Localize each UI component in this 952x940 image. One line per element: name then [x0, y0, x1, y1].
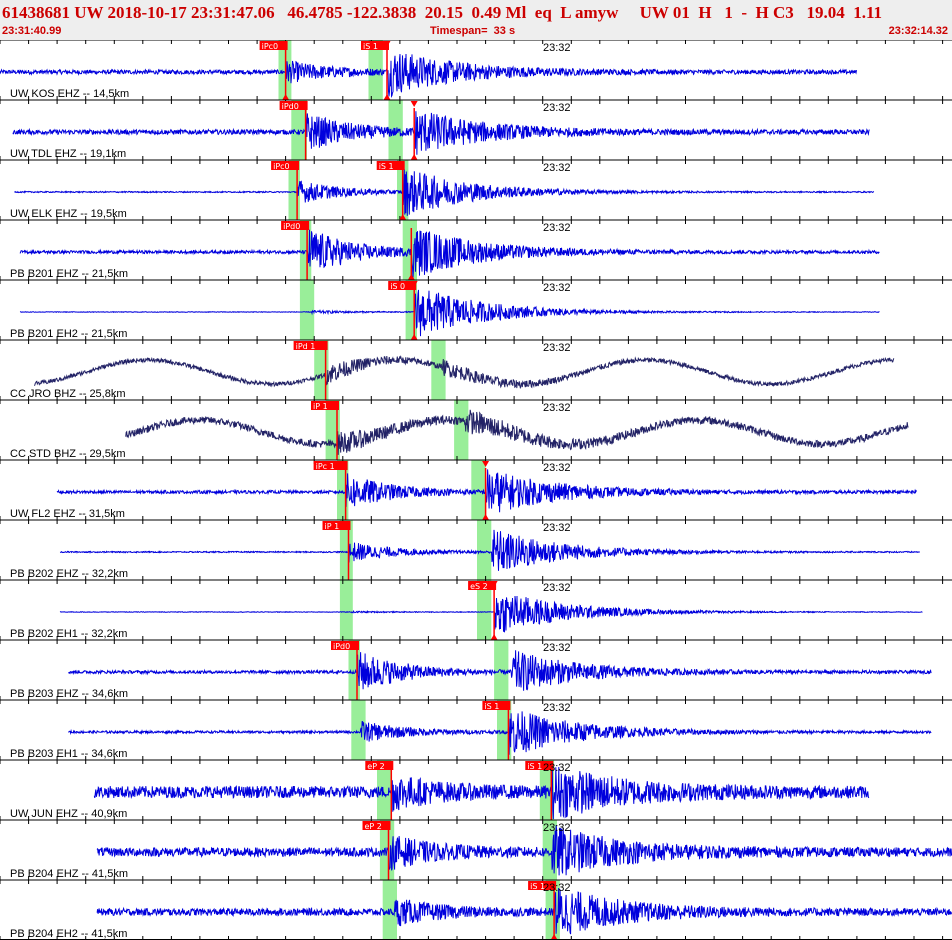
station-label: UW KOS EHZ -- 14,5km: [10, 88, 129, 100]
pick-label: iP 1: [325, 522, 340, 531]
waveform-trace: [19, 289, 880, 337]
waveform-trace: [125, 409, 909, 455]
waveform-trace: [96, 825, 952, 876]
time-label: 23:32: [543, 642, 571, 654]
time-label: 23:32: [543, 882, 571, 894]
pick-label: eP 2: [367, 762, 384, 771]
phase-window: [339, 580, 353, 640]
pick-label: iS 0: [390, 282, 405, 291]
station-label: UW TDL EHZ -- 19,1km: [10, 148, 126, 160]
pick-label: iPd 1: [296, 342, 316, 351]
pick-label: iPc 1: [316, 462, 335, 471]
time-label: 23:32: [543, 402, 571, 414]
time-label: 23:32: [543, 342, 571, 354]
pick-marker-top: [410, 101, 418, 107]
pick-label: iS 1: [379, 162, 394, 171]
pick-label: iPd0: [282, 102, 299, 111]
station-label: PB B203 EH1 -- 34,6km: [10, 748, 127, 760]
pick-label: iPc0: [262, 42, 279, 51]
time-label: 23:32: [543, 582, 571, 594]
pick-marker-bottom: [490, 634, 498, 640]
pick-label: iS 1: [527, 762, 542, 771]
event-title: 61438681 UW 2018-10-17 23:31:47.06 46.47…: [2, 3, 883, 22]
waveform-trace: [14, 169, 875, 216]
pick-label: iPc0: [273, 162, 290, 171]
station-label: PB B201 EH2 -- 21,5km: [10, 328, 127, 340]
time-label: 23:32: [543, 702, 571, 714]
waveform-trace: [33, 354, 895, 390]
station-label: PB B204 EH2 -- 41,5km: [10, 928, 127, 940]
time-label: 23:32: [543, 222, 571, 234]
waveform-trace: [96, 887, 952, 935]
station-label: CC STD BHZ -- 29,5km: [10, 448, 126, 460]
pick-label: eS 2: [470, 582, 488, 591]
station-label: UW ELK EHZ -- 19,5km: [10, 208, 127, 220]
station-label: PB B202 EH1 -- 32,2km: [10, 628, 127, 640]
end-time: 23:32:14.32: [888, 25, 948, 37]
pick-label: iS 1: [363, 42, 378, 51]
waveform-trace: [56, 469, 918, 513]
station-label: PB B204 EHZ -- 41,5km: [10, 868, 128, 880]
phase-window: [299, 280, 315, 340]
pick-label: iPd0: [283, 222, 300, 231]
time-label: 23:32: [543, 762, 571, 774]
pick-marker-bottom: [410, 154, 418, 160]
time-label: 23:32: [543, 102, 571, 114]
time-label: 23:32: [543, 282, 571, 294]
time-label: 23:32: [543, 462, 571, 474]
waveform-trace: [93, 763, 870, 820]
event-header: 61438681 UW 2018-10-17 23:31:47.06 46.47…: [0, 0, 952, 40]
station-label: PB B203 EHZ -- 34,6km: [10, 688, 128, 700]
waveform-trace: [19, 229, 880, 278]
station-label: CC JRO BHZ -- 25,8km: [10, 388, 126, 400]
time-label: 23:32: [543, 522, 571, 534]
waveform-trace: [12, 111, 870, 155]
time-label: 23:32: [543, 822, 571, 834]
pick-label: iS 1: [484, 702, 499, 711]
timespan-label: Timespan= 33 s: [430, 25, 516, 37]
time-label: 23:32: [543, 162, 571, 174]
start-time: 23:31:40.99: [2, 25, 62, 37]
station-label: PB B201 EHZ -- 21,5km: [10, 268, 128, 280]
pick-label: iP 1: [313, 402, 328, 411]
pick-label: eP 2: [365, 822, 382, 831]
station-label: PB B202 EHZ -- 32,2km: [10, 568, 128, 580]
time-label: 23:32: [543, 42, 571, 54]
station-label: UW JUN EHZ -- 40,9km: [10, 808, 127, 820]
seismogram-panel[interactable]: iPc0 iS 1 23:32UW KOS EHZ -- 14,5kmiPd0 23:…: [0, 40, 952, 940]
phase-window: [351, 700, 366, 760]
station-label: UW FL2 EHZ -- 31,5km: [10, 508, 125, 520]
phase-window: [477, 520, 492, 580]
pick-label: iPd0: [333, 642, 350, 651]
phase-window: [494, 640, 509, 700]
